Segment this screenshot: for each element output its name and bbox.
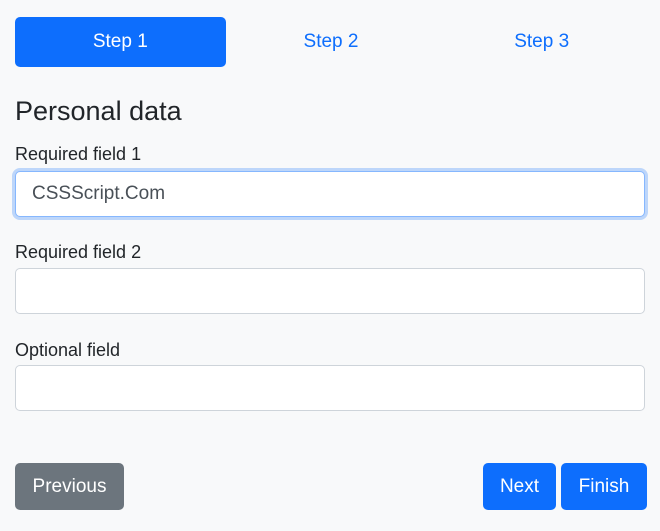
required-field-1-label: Required field 1 <box>15 144 142 164</box>
finish-button[interactable]: Finish <box>561 463 647 510</box>
next-button[interactable]: Next <box>483 463 556 510</box>
optional-field-input[interactable] <box>15 365 645 411</box>
required-field-2-label: Required field 2 <box>15 242 142 262</box>
section-title: Personal data <box>15 96 182 126</box>
tab-step-2[interactable]: Step 2 <box>226 17 437 67</box>
tab-step-1[interactable]: Step 1 <box>15 17 226 67</box>
required-field-2-input[interactable] <box>15 268 645 314</box>
step-nav: Step 1 Step 2 Step 3 <box>15 17 647 67</box>
tab-step-3[interactable]: Step 3 <box>436 17 647 67</box>
optional-field-label: Optional field <box>15 340 121 360</box>
required-field-1-input[interactable] <box>15 171 645 217</box>
previous-button[interactable]: Previous <box>15 463 124 510</box>
